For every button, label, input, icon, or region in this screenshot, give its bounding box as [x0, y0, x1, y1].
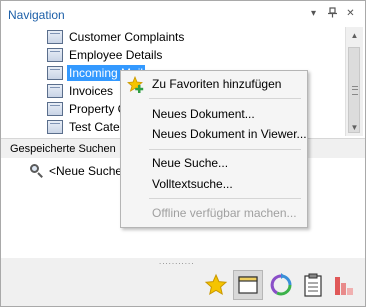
- dock-button[interactable]: [326, 7, 339, 20]
- chevron-down-icon: ▼: [350, 123, 359, 132]
- menu-item-fulltext-search[interactable]: Volltextsuche...: [152, 175, 233, 193]
- saved-search-label: <Neue Suche>: [49, 164, 130, 178]
- tree-item-invoices[interactable]: Invoices: [47, 82, 115, 100]
- panel-title: Navigation: [8, 8, 65, 22]
- dropdown-arrow-icon: ▾: [310, 8, 317, 19]
- scroll-down-button[interactable]: ▼: [346, 119, 363, 136]
- tree-item-label: Employee Details: [69, 48, 163, 62]
- bar-chart-icon: [335, 277, 353, 295]
- scroll-up-button[interactable]: ▲: [346, 27, 363, 44]
- menu-item-new-document-in-viewer[interactable]: Neues Dokument in Viewer...: [152, 125, 307, 143]
- panel-splitter[interactable]: ...........: [1, 258, 365, 266]
- panel-header: Navigation ▾ ✕: [1, 1, 365, 27]
- menu-item-add-favorite[interactable]: Zu Favoriten hinzufügen: [152, 75, 281, 93]
- tree-item-label: Invoices: [69, 84, 114, 98]
- workflow-button[interactable]: [266, 270, 296, 300]
- chevron-up-icon: ▲: [350, 31, 359, 40]
- context-menu: Zu Favoriten hinzufügen Neues Dokument..…: [120, 70, 308, 228]
- folder-window-icon: [238, 276, 258, 294]
- tasks-button[interactable]: [298, 270, 328, 300]
- folder-icon: [47, 30, 63, 44]
- menu-item-new-document[interactable]: Neues Dokument...: [152, 105, 255, 123]
- folder-icon: [47, 66, 63, 80]
- reports-button[interactable]: [329, 270, 359, 300]
- add-favorite-icon: [127, 76, 144, 93]
- tree-item-employee-details[interactable]: Employee Details: [47, 46, 164, 64]
- menu-item-new-search[interactable]: Neue Suche...: [152, 154, 228, 172]
- pin-icon: [328, 7, 337, 18]
- refresh-cycle-icon: [270, 273, 292, 296]
- clipboard-icon: [304, 273, 322, 297]
- bottom-toolbar: [1, 266, 365, 306]
- folder-icon: [47, 120, 63, 134]
- folder-icon: [47, 48, 63, 62]
- favorites-star-icon: [204, 273, 228, 296]
- grip-icon: [352, 86, 358, 95]
- panel-menu-button[interactable]: ▾: [307, 7, 320, 20]
- folder-icon: [47, 84, 63, 98]
- menu-item-make-offline: Offline verfügbar machen...: [152, 206, 297, 220]
- saved-search-item[interactable]: <Neue Suche>: [29, 163, 129, 179]
- close-button[interactable]: ✕: [344, 7, 357, 20]
- search-icon: [29, 163, 45, 179]
- tree-item-customer-complaints[interactable]: Customer Complaints: [47, 28, 186, 46]
- tree-scrollbar[interactable]: ▲ ▼: [345, 27, 363, 136]
- close-icon: ✕: [346, 8, 355, 19]
- menu-separator: [149, 198, 301, 199]
- menu-separator: [149, 149, 301, 150]
- folders-button[interactable]: [233, 270, 263, 300]
- tree-item-test-categories[interactable]: Test Categ: [47, 118, 128, 136]
- menu-separator: [149, 98, 301, 99]
- splitter-grip: ...........: [159, 257, 195, 266]
- section-title: Gespeicherte Suchen: [10, 143, 116, 155]
- favorites-button[interactable]: [201, 270, 231, 300]
- folder-icon: [47, 102, 63, 116]
- tree-item-label: Customer Complaints: [69, 30, 185, 44]
- tree-item-property-categories[interactable]: Property C: [47, 100, 128, 118]
